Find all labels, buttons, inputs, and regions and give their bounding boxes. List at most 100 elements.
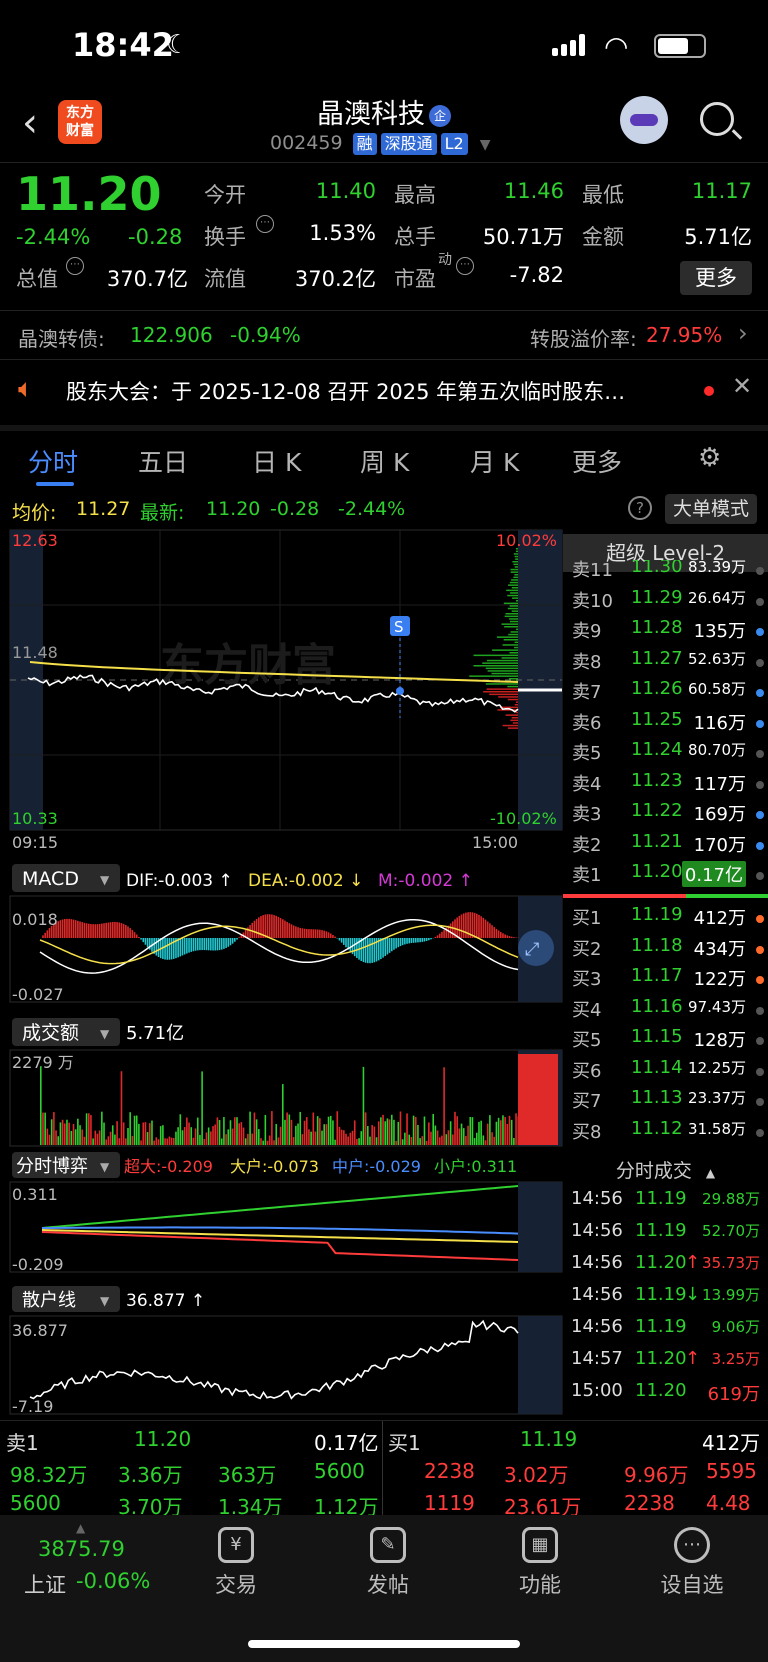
macd-bar	[395, 938, 397, 949]
volume-bar	[343, 1130, 345, 1145]
volume-dropdown-icon[interactable]: ▼	[100, 1027, 110, 1041]
level-price: 11.23	[631, 769, 683, 791]
volume-bar	[247, 1133, 249, 1145]
macd-bar	[364, 938, 367, 963]
tab-post[interactable]: ✎ 发帖	[328, 1515, 448, 1599]
convertible-bond-row[interactable]: 晶澳转债: 122.906 -0.94% 转股溢价率: 27.95% ›	[0, 310, 768, 360]
tab-more[interactable]: 更多	[572, 443, 622, 479]
bid-row[interactable]: 买1 11.19 412万	[563, 904, 768, 934]
macd-bar	[465, 912, 467, 938]
volume-bar	[493, 1136, 496, 1145]
ask-row[interactable]: 卖7 11.26 60.58万	[563, 678, 768, 708]
game-dropdown-icon[interactable]: ▼	[100, 1160, 110, 1174]
tab-five-day[interactable]: 五日	[138, 443, 188, 479]
bid-row[interactable]: 买7 11.13 23.37万	[563, 1087, 768, 1117]
bid-row[interactable]: 买6 11.14 12.25万	[563, 1057, 768, 1087]
volume-bar	[430, 1131, 432, 1145]
macd-dropdown-icon[interactable]: ▼	[100, 873, 110, 887]
ask-row[interactable]: 卖8 11.27 52.63万	[563, 648, 768, 678]
chevron-right-icon: ›	[738, 319, 748, 347]
quote-label-7: 流值	[204, 267, 246, 291]
macd-bar	[127, 926, 129, 938]
tab-weekly-k[interactable]: 周 K	[360, 443, 409, 479]
ask-row[interactable]: 卖2 11.21 170万	[563, 831, 768, 861]
volume-bar	[382, 1114, 384, 1145]
macd-bar	[513, 937, 515, 938]
macd-header[interactable]: MACD ▼	[12, 864, 120, 892]
tab-monthly-k[interactable]: 月 K	[470, 443, 519, 479]
index-value[interactable]: 3875.79	[38, 1537, 125, 1561]
ladder-bar	[507, 594, 518, 597]
tab-trade-label: 交易	[215, 1573, 257, 1597]
tab-functions[interactable]: ▦ 功能	[480, 1515, 600, 1599]
volume-bar	[436, 1130, 439, 1145]
quote-label-3: 换手	[204, 225, 246, 249]
dropdown-icon[interactable]: ▼	[480, 137, 491, 153]
trades-header[interactable]: 分时成交 ▲	[563, 1156, 768, 1186]
settings-gear-icon[interactable]: ⚙	[698, 443, 721, 473]
info-icon[interactable]: ⋯	[66, 257, 84, 275]
info-icon[interactable]: ⋯	[256, 215, 274, 233]
volume-bar	[277, 1137, 280, 1145]
tab-intraday[interactable]: 分时	[28, 443, 78, 479]
bid-row[interactable]: 买8 11.12 31.58万	[563, 1118, 768, 1148]
retail-dropdown-icon[interactable]: ▼	[100, 1294, 110, 1308]
info-icon[interactable]: ⋯	[456, 257, 474, 275]
bid-row[interactable]: 买5 11.15 128万	[563, 1026, 768, 1056]
ask-row[interactable]: 卖5 11.24 80.70万	[563, 739, 768, 769]
trades-title: 分时成交	[615, 1160, 692, 1182]
ask-row[interactable]: 卖10 11.29 26.64万	[563, 587, 768, 617]
bid-row[interactable]: 买3 11.17 122万	[563, 965, 768, 995]
tab-trade[interactable]: ¥ 交易	[176, 1515, 296, 1599]
ask-row[interactable]: 卖11 11.30 83.39万	[563, 560, 768, 586]
volume-bar	[334, 1139, 336, 1145]
ask-row[interactable]: 卖3 11.22 169万	[563, 800, 768, 830]
close-icon[interactable]: ✕	[732, 372, 752, 400]
ladder-bar	[511, 587, 518, 589]
retail-header[interactable]: 散户线 ▼	[12, 1286, 120, 1312]
volume-bar	[262, 1140, 264, 1145]
macd-bar	[316, 929, 319, 938]
retail-value: 36.877 ↑	[126, 1291, 205, 1311]
macd-bar	[460, 914, 463, 938]
ask-row[interactable]: 卖6 11.25 116万	[563, 709, 768, 739]
index-name[interactable]: 上证	[24, 1569, 66, 1599]
more-button[interactable]: 更多	[680, 261, 752, 295]
expand-up-icon[interactable]: ▲	[76, 1521, 85, 1535]
ladder-bar	[516, 628, 518, 631]
macd-bar	[231, 938, 234, 944]
ask-row[interactable]: 卖9 11.28 135万	[563, 617, 768, 647]
sum-bid-label: 买1	[388, 1431, 421, 1455]
tab-daily-k[interactable]: 日 K	[252, 443, 301, 479]
macd-bar	[384, 938, 387, 957]
macd-bar	[70, 919, 73, 938]
ladder-bar	[496, 636, 518, 638]
macd-bar	[476, 913, 478, 938]
intraday-charts[interactable]: 东方财富 S 12.63 11.48 10.33 10.02% -10.02% …	[0, 528, 563, 1418]
collapse-icon[interactable]: ▲	[706, 1166, 715, 1180]
macd-bar	[44, 932, 46, 938]
volume-bar	[323, 1124, 325, 1145]
announcement-bar[interactable]: 🔈︎ 股东大会：于 2025-12-08 召开 2025 年第五次临时股东… ✕	[0, 360, 768, 422]
game-header[interactable]: 分时博弈 ▼	[12, 1152, 120, 1178]
help-icon[interactable]: ?	[628, 496, 652, 520]
big-order-mode-button[interactable]: 大单模式	[665, 494, 757, 524]
volume-bar	[236, 1117, 238, 1145]
ask-row[interactable]: 卖1 11.20 0.17亿	[563, 861, 768, 891]
assistant-robot-icon[interactable]	[620, 96, 668, 144]
code-row[interactable]: 002459 融深股通 L2 ▼	[270, 132, 491, 155]
volume-header[interactable]: 成交额 ▼	[12, 1018, 120, 1046]
volume-bar	[393, 1119, 395, 1145]
tab-watchlist[interactable]: ⋯ 设自选	[632, 1515, 752, 1599]
bid-row[interactable]: 买4 11.16 97.43万	[563, 996, 768, 1026]
ladder-bar	[500, 706, 518, 709]
expand-icon[interactable]: ⤢	[518, 930, 554, 966]
macd-bar	[66, 918, 68, 938]
index-pct[interactable]: -0.06%	[76, 1569, 150, 1593]
macd-bar	[329, 933, 332, 938]
macd-bar	[59, 920, 62, 938]
ask-row[interactable]: 卖4 11.23 117万	[563, 770, 768, 800]
macd-title: MACD	[22, 868, 79, 890]
bid-row[interactable]: 买2 11.18 434万	[563, 935, 768, 965]
search-icon[interactable]	[700, 102, 734, 136]
